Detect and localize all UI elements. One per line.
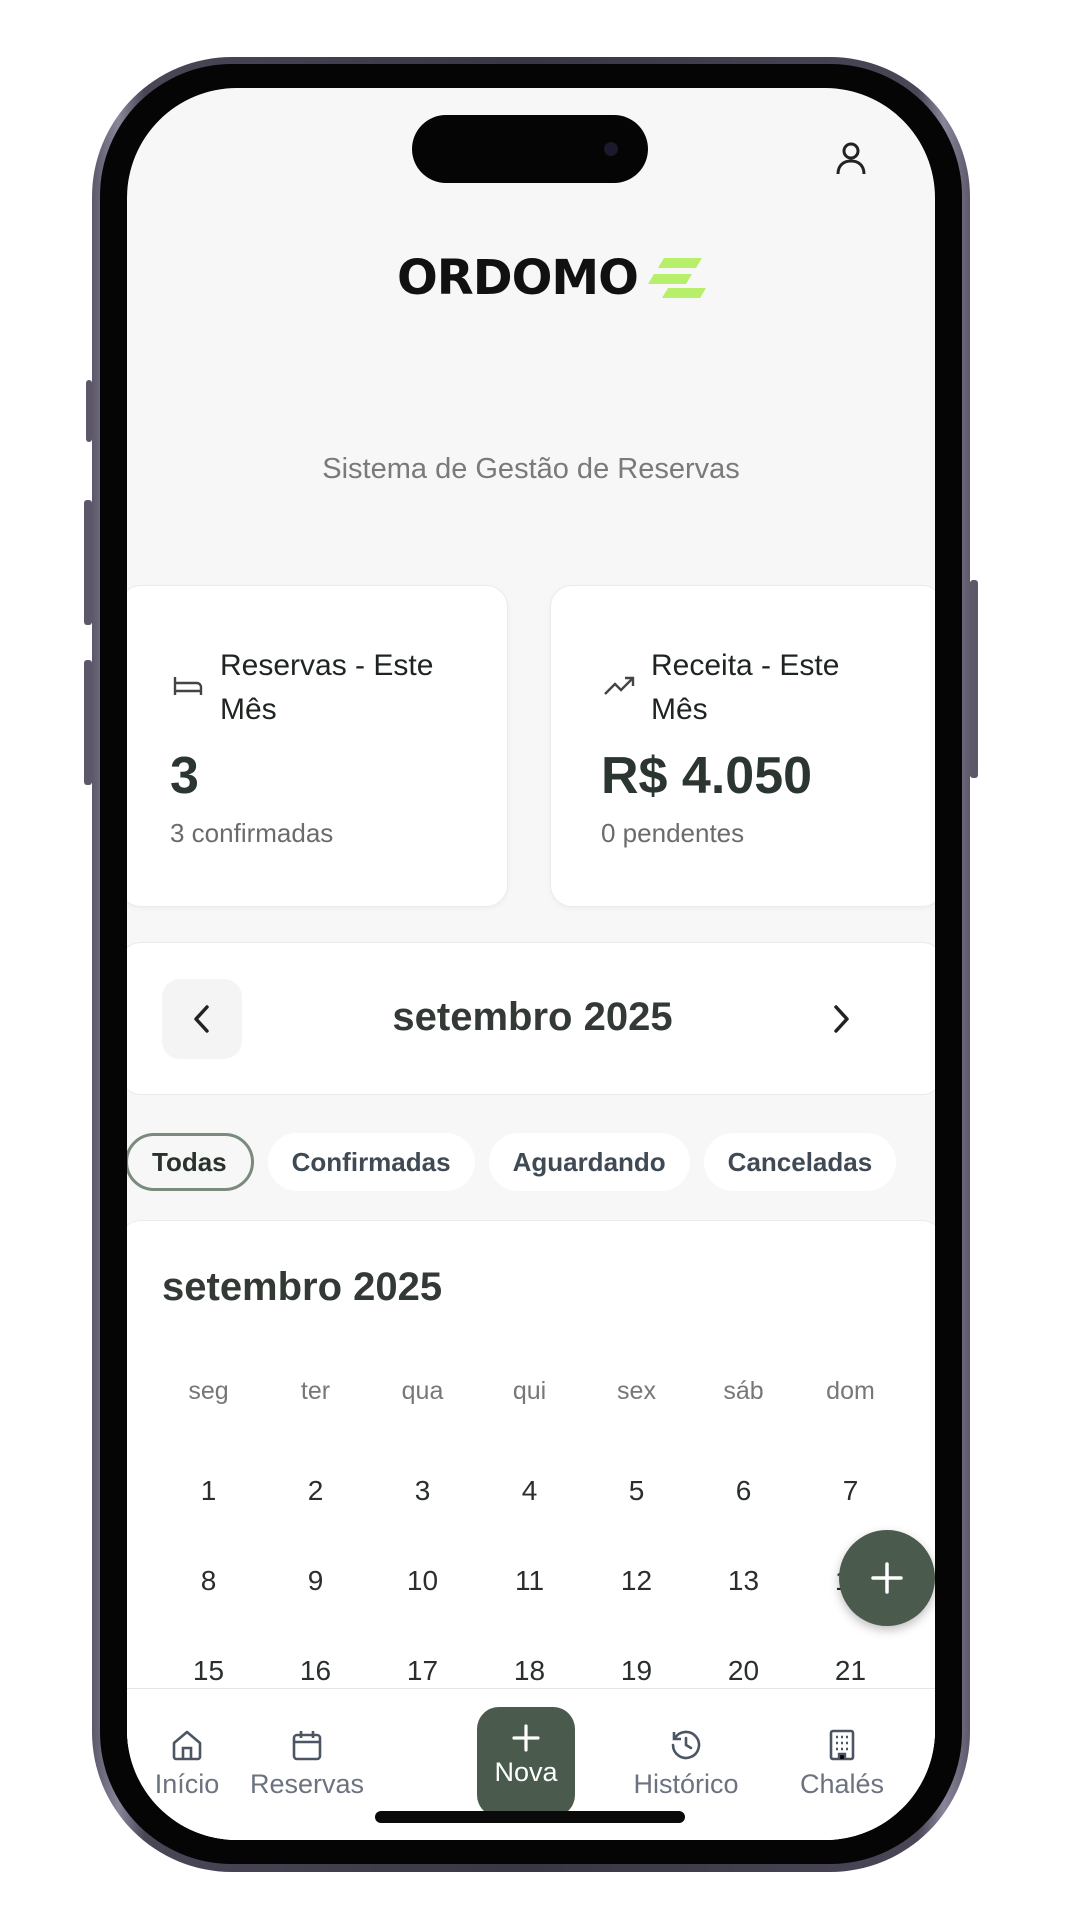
profile-button[interactable]: [831, 138, 871, 178]
weekday-label: seg: [188, 1376, 229, 1405]
weekday-label: sex: [617, 1376, 656, 1405]
calendar-week-row: 8 9 10 11 12 13 14: [155, 1536, 905, 1626]
logo-text: ORDOMO: [397, 250, 639, 306]
stat-value: 3: [170, 747, 199, 805]
trending-up-icon: [601, 668, 637, 704]
plus-icon: [512, 1724, 540, 1752]
weekday-label: qui: [512, 1376, 547, 1405]
stat-subtext: 0 pendentes: [601, 818, 745, 848]
calendar-icon: [289, 1727, 325, 1763]
tab-chales[interactable]: Chalés: [787, 1727, 897, 1800]
status-filter-bar: Todas Confirmadas Aguardando Canceladas: [127, 1133, 897, 1191]
stat-card-revenue: Receita - Este Mês R$ 4.050 0 pendentes: [550, 585, 935, 907]
history-icon: [668, 1727, 704, 1763]
calendar-day[interactable]: 9: [262, 1565, 369, 1597]
calendar-day[interactable]: 18: [476, 1655, 583, 1687]
logo-mark-icon: [647, 258, 706, 298]
tab-label: Início: [154, 1769, 220, 1799]
calendar-day[interactable]: 16: [262, 1655, 369, 1687]
add-reservation-fab[interactable]: [839, 1530, 935, 1626]
calendar-day[interactable]: 2: [262, 1475, 369, 1507]
calendar-day[interactable]: 10: [369, 1565, 476, 1597]
dynamic-island: [412, 115, 648, 183]
calendar-title: setembro 2025: [162, 1265, 443, 1309]
stat-label: Reservas - Este Mês: [220, 649, 434, 726]
camera: [604, 142, 618, 156]
power-button: [970, 580, 978, 778]
calendar-day[interactable]: 1: [155, 1475, 262, 1507]
weekday-label: dom: [826, 1376, 875, 1405]
calendar-day[interactable]: 17: [369, 1655, 476, 1687]
tab-label: Nova: [494, 1757, 558, 1787]
tab-reservas[interactable]: Reservas: [247, 1727, 367, 1800]
calendar-day[interactable]: 12: [583, 1565, 690, 1597]
app-screen: ORDOMO Sistema de Gestão de Reservas Res…: [127, 88, 935, 1840]
tab-nova[interactable]: Nova: [477, 1707, 575, 1817]
calendar-day[interactable]: 13: [690, 1565, 797, 1597]
home-indicator: [375, 1811, 685, 1823]
weekday-label: ter: [300, 1376, 331, 1405]
calendar-day[interactable]: 21: [797, 1655, 904, 1687]
filter-chip-aguardando[interactable]: Aguardando: [488, 1133, 690, 1191]
app-logo: ORDOMO: [397, 248, 708, 308]
calendar-day[interactable]: 19: [583, 1655, 690, 1687]
bed-icon: [170, 668, 206, 704]
calendar-week-row: 1 2 3 4 5 6 7: [155, 1446, 905, 1536]
calendar-grid: seg ter qua qui sex sáb dom 1 2 3 4 5 6 …: [155, 1371, 905, 1716]
calendar-day[interactable]: 3: [369, 1475, 476, 1507]
weekday-label: sáb: [723, 1376, 764, 1405]
chevron-right-icon: [834, 1005, 849, 1033]
volume-up-button: [84, 500, 92, 625]
calendar-day[interactable]: 7: [797, 1475, 904, 1507]
user-icon: [836, 142, 866, 175]
calendar-day[interactable]: 5: [583, 1475, 690, 1507]
tab-inicio[interactable]: Início: [137, 1727, 237, 1800]
mute-switch: [86, 380, 92, 442]
next-month-button[interactable]: [801, 979, 881, 1059]
plus-icon: [871, 1562, 903, 1594]
filter-chip-todas[interactable]: Todas: [127, 1133, 254, 1191]
stat-value: R$ 4.050: [601, 747, 813, 805]
tab-label: Chalés: [799, 1769, 885, 1799]
filter-chip-confirmadas[interactable]: Confirmadas: [267, 1133, 475, 1191]
calendar-day[interactable]: 8: [155, 1565, 262, 1597]
month-navigator: setembro 2025: [127, 942, 935, 1095]
calendar-day[interactable]: 4: [476, 1475, 583, 1507]
tab-historico[interactable]: Histórico: [621, 1727, 751, 1800]
home-icon: [169, 1727, 205, 1763]
stat-label: Receita - Este Mês: [651, 649, 840, 726]
weekday-header-row: seg ter qua qui sex sáb dom: [155, 1371, 905, 1411]
tab-label: Histórico: [633, 1769, 739, 1799]
tab-label: Reservas: [249, 1769, 365, 1799]
volume-down-button: [84, 660, 92, 785]
calendar-day[interactable]: 20: [690, 1655, 797, 1687]
calendar-day[interactable]: 15: [155, 1655, 262, 1687]
bottom-tab-bar: Início Reservas Nova Histórico Chalés: [127, 1688, 935, 1840]
stat-card-bookings: Reservas - Este Mês 3 3 confirmadas: [127, 585, 508, 907]
filter-chip-canceladas[interactable]: Canceladas: [703, 1133, 897, 1191]
weekday-label: qua: [401, 1376, 444, 1405]
app-subtitle: Sistema de Gestão de Reservas: [322, 453, 740, 485]
calendar-day[interactable]: 11: [476, 1565, 583, 1597]
building-icon: [824, 1727, 860, 1763]
calendar-day[interactable]: 6: [690, 1475, 797, 1507]
stat-subtext: 3 confirmadas: [170, 818, 334, 848]
